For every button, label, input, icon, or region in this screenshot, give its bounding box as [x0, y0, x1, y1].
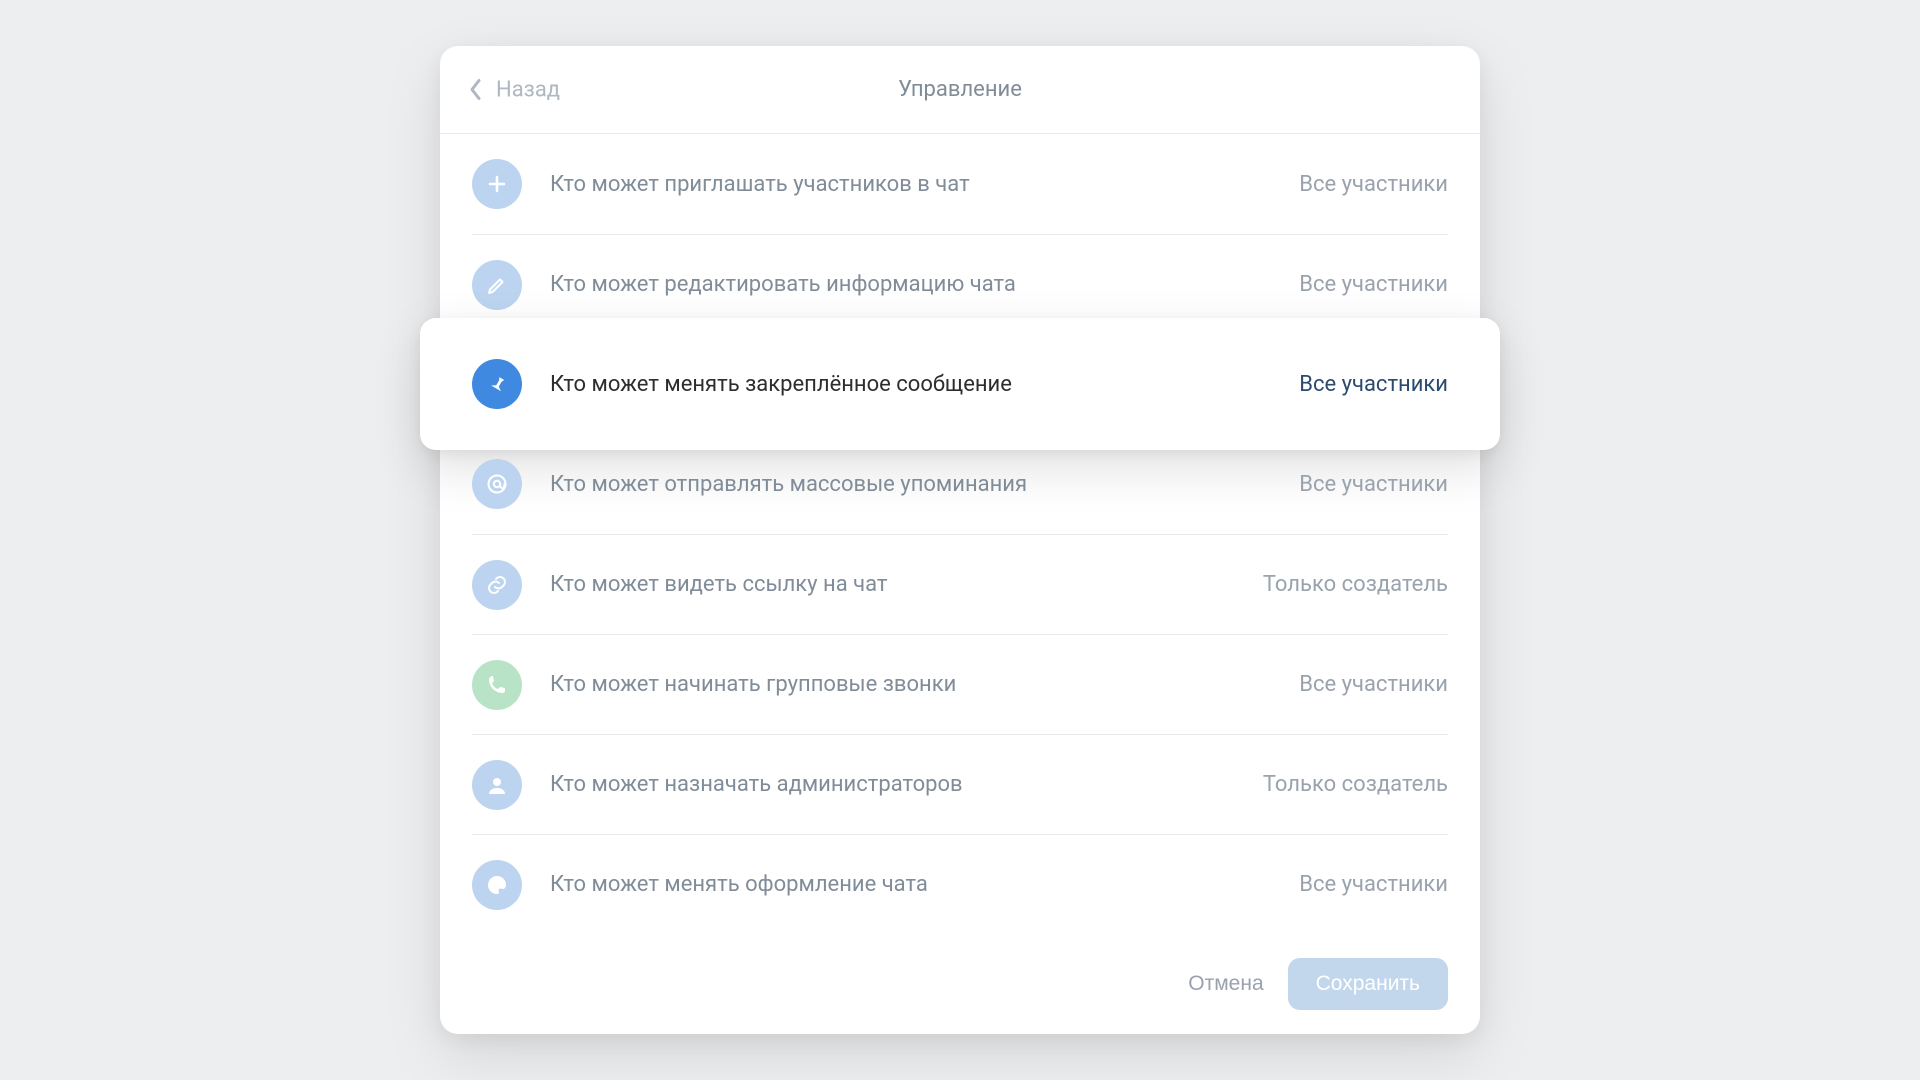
back-label: Назад — [496, 77, 560, 102]
dialog-title: Управление — [898, 77, 1022, 102]
setting-value: Только создатель — [1263, 772, 1448, 797]
cancel-button[interactable]: Отмена — [1188, 972, 1263, 996]
setting-label: Кто может назначать администраторов — [550, 772, 1263, 797]
pencil-icon — [472, 260, 522, 310]
chevron-left-icon — [468, 78, 482, 102]
palette-icon — [472, 860, 522, 910]
setting-row-calls[interactable]: Кто может начинать групповые звонки Все … — [472, 634, 1448, 734]
setting-value: Все участники — [1299, 872, 1448, 897]
setting-value: Все участники — [1299, 272, 1448, 297]
setting-label: Кто может менять закреплённое сообщение — [550, 372, 1299, 397]
dialog-footer: Отмена Сохранить — [440, 934, 1480, 1034]
phone-icon — [472, 660, 522, 710]
setting-label: Кто может видеть ссылку на чат — [550, 572, 1263, 597]
setting-label: Кто может редактировать информацию чата — [550, 272, 1299, 297]
setting-label: Кто может менять оформление чата — [550, 872, 1299, 897]
dialog-header: Назад Управление — [440, 46, 1480, 134]
setting-row-link[interactable]: Кто может видеть ссылку на чат Только со… — [472, 534, 1448, 634]
management-dialog: Назад Управление Кто может приглашать уч… — [440, 46, 1480, 1034]
setting-label: Кто может приглашать участников в чат — [550, 172, 1299, 197]
setting-value: Все участники — [1299, 472, 1448, 497]
plus-icon — [472, 159, 522, 209]
setting-row-mentions[interactable]: Кто может отправлять массовые упоминания… — [472, 434, 1448, 534]
setting-label: Кто может начинать групповые звонки — [550, 672, 1299, 697]
setting-label: Кто может отправлять массовые упоминания — [550, 472, 1299, 497]
settings-list: Кто может приглашать участников в чат Вс… — [440, 134, 1480, 934]
setting-value: Все участники — [1299, 172, 1448, 197]
setting-value: Все участники — [1299, 672, 1448, 697]
at-icon — [472, 459, 522, 509]
setting-row-invite[interactable]: Кто может приглашать участников в чат Вс… — [472, 134, 1448, 234]
back-button[interactable]: Назад — [468, 77, 560, 102]
setting-row-pinned-message[interactable]: Кто может менять закреплённое сообщение … — [472, 334, 1448, 434]
save-button[interactable]: Сохранить — [1288, 958, 1448, 1010]
setting-row-theme[interactable]: Кто может менять оформление чата Все уча… — [472, 834, 1448, 934]
setting-value: Только создатель — [1263, 572, 1448, 597]
user-icon — [472, 760, 522, 810]
link-icon — [472, 560, 522, 610]
pin-icon — [472, 359, 522, 409]
setting-row-admins[interactable]: Кто может назначать администраторов Толь… — [472, 734, 1448, 834]
setting-value: Все участники — [1299, 372, 1448, 397]
